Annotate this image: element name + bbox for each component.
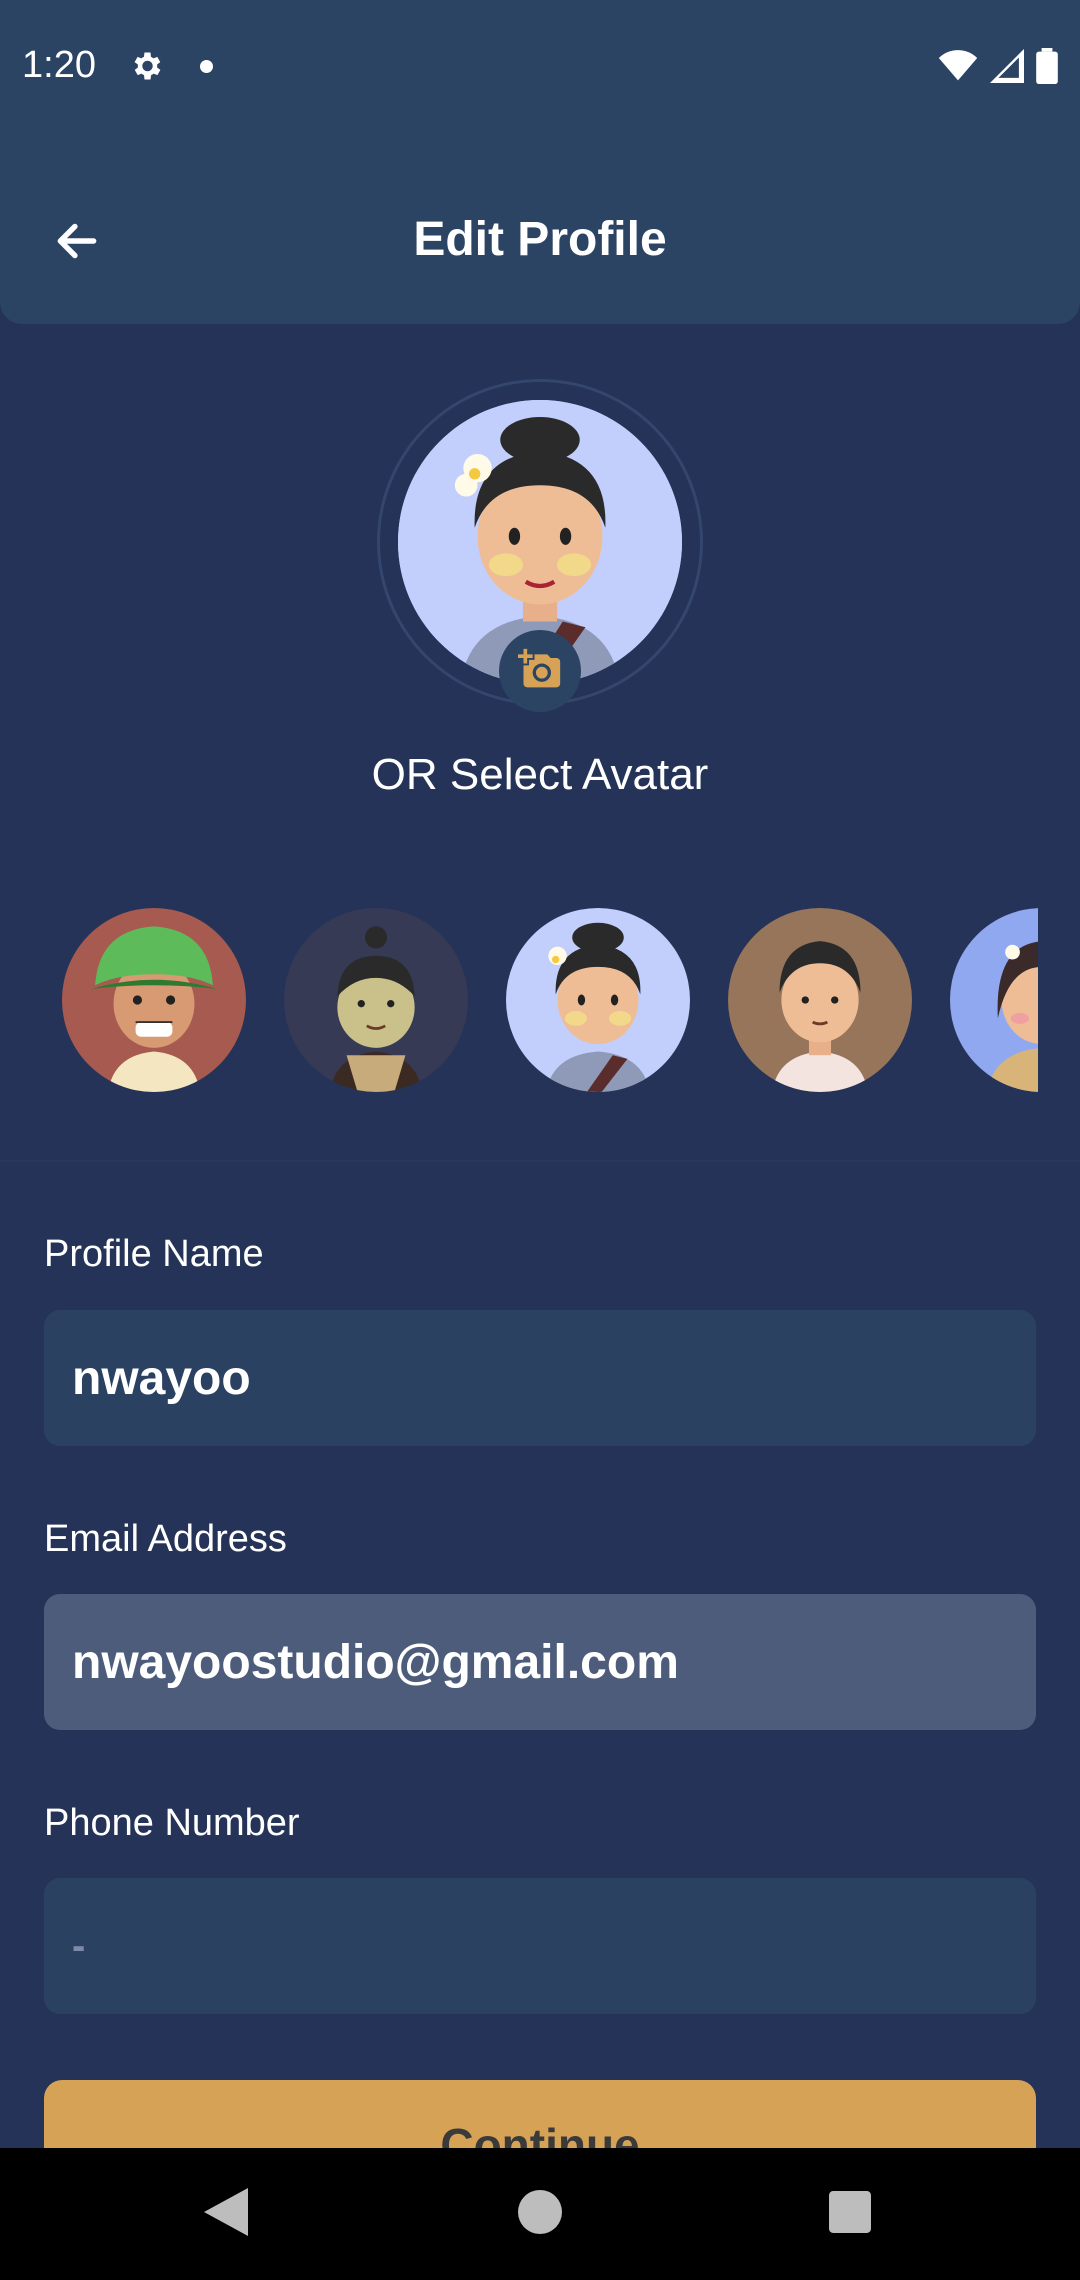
app-bar: Edit Profile [0,190,1080,300]
battery-icon [1036,48,1058,89]
nav-recents-button[interactable] [820,2184,880,2244]
gear-icon [128,48,164,84]
page-title: Edit Profile [413,213,667,266]
status-icons [938,48,1058,89]
avatar-option-1[interactable] [62,908,246,1092]
circle-home-icon [518,2189,562,2239]
phone-input[interactable]: - [44,1878,1036,2014]
notification-dot-icon [200,60,213,73]
nav-home-button[interactable] [510,2184,570,2244]
avatar-picker-row [0,900,1038,1100]
nav-back-button[interactable] [196,2184,256,2244]
avatar-option-2[interactable] [284,908,468,1092]
email-field: nwayoostudio@gmail.com [44,1594,1036,1730]
add-camera-icon [518,647,562,696]
avatar-option-5[interactable] [950,908,1038,1092]
square-recents-icon [829,2190,871,2238]
triangle-back-icon [204,2187,248,2241]
profile-name-input[interactable]: nwayoo [44,1310,1036,1446]
phone-label: Phone Number [44,1802,300,1844]
email-label: Email Address [44,1518,287,1560]
avatar-option-4[interactable] [728,908,912,1092]
upload-photo-button[interactable] [499,630,581,712]
section-divider [0,1160,1080,1162]
select-avatar-label: OR Select Avatar [371,750,709,799]
wifi-icon [938,50,978,87]
cellular-icon [990,49,1024,88]
system-nav-bar [0,2148,1080,2280]
avatar-option-3[interactable] [506,908,690,1092]
profile-name-label: Profile Name [44,1233,264,1275]
status-bar: 1:20 [0,0,1080,136]
status-time: 1:20 [22,44,96,86]
